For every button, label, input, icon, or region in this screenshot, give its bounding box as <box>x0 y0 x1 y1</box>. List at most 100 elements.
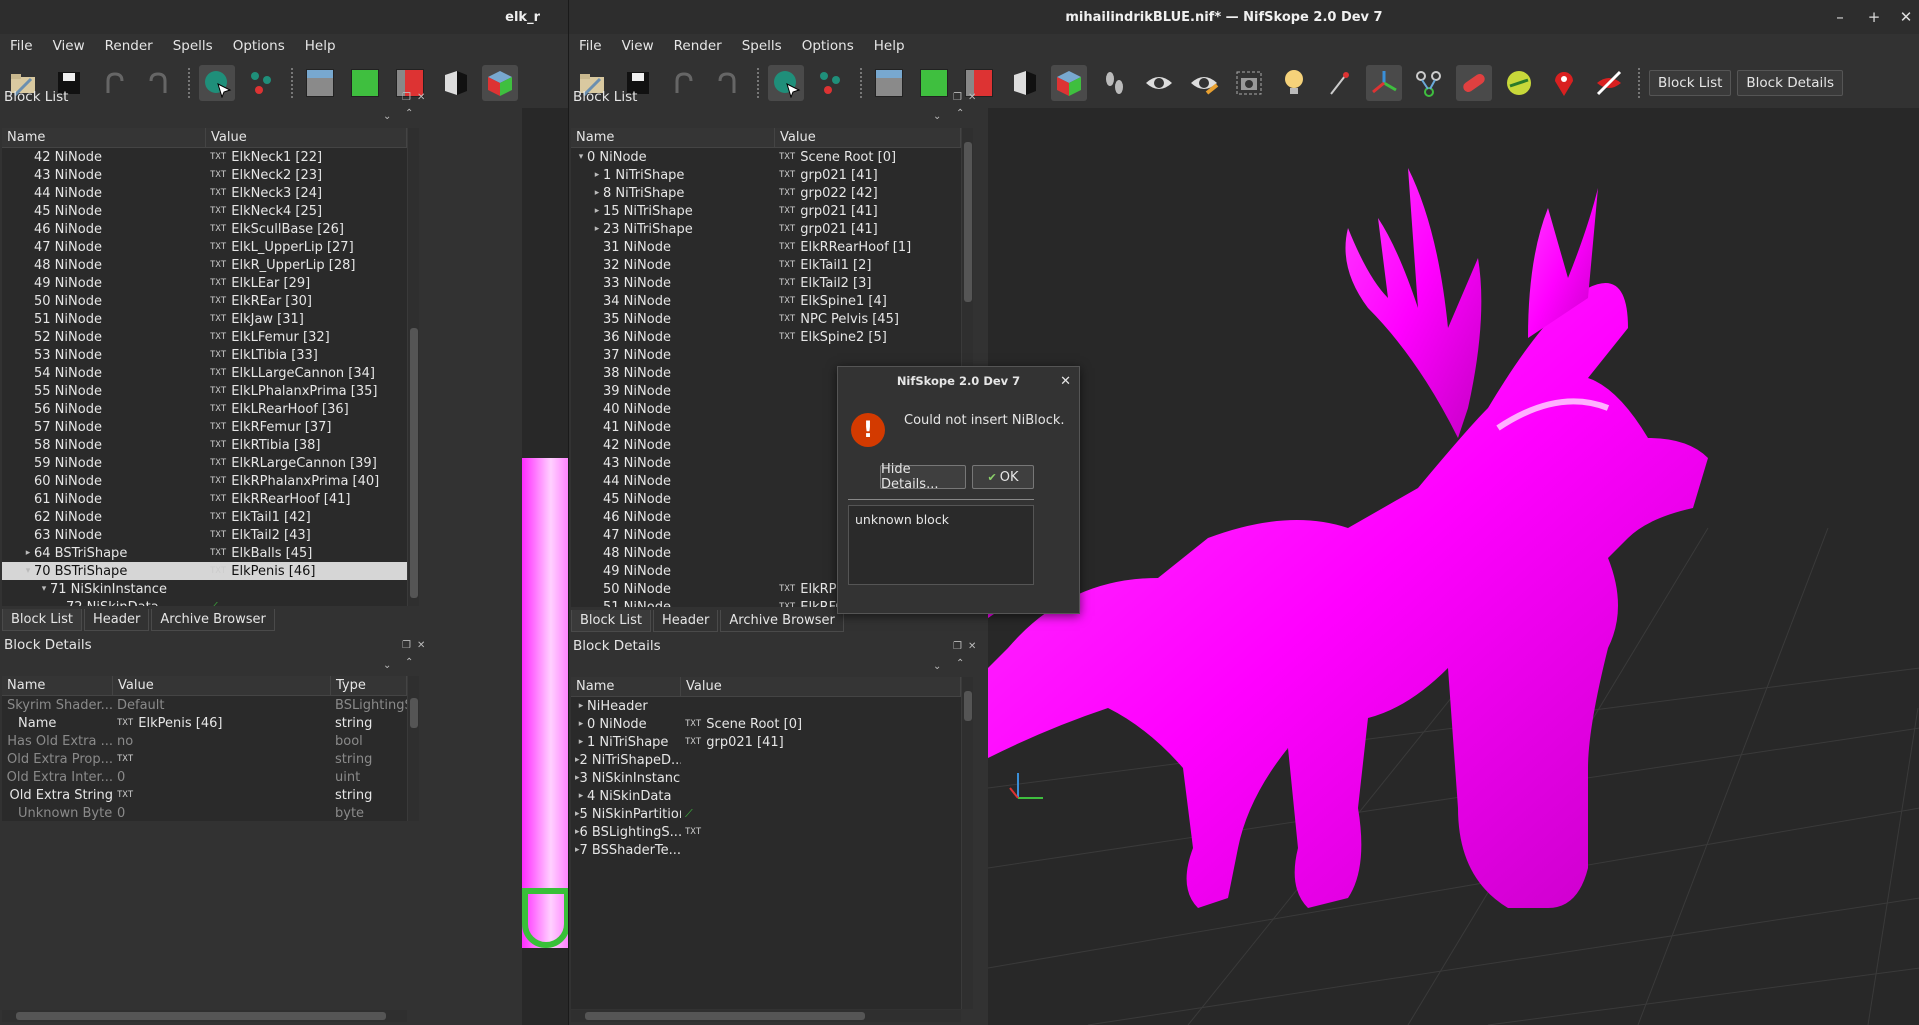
block-details-row[interactable]: ▸ 2 NiTriShapeD... <box>571 751 961 769</box>
tab-header[interactable]: Header <box>653 610 719 632</box>
column-value[interactable]: Value <box>206 128 407 147</box>
column-name[interactable]: Name <box>571 128 775 147</box>
collapse-arrow-icon[interactable]: ▾ <box>22 566 34 576</box>
expand-arrow-icon[interactable]: ▸ <box>575 791 587 801</box>
block-list-row[interactable]: 49 NiNode TXT ElkLEar [29] <box>2 274 407 292</box>
collapse-up-icon[interactable]: ⌃ <box>956 108 964 119</box>
block-list-row[interactable]: ▾ 70 BSTriShape TXT ElkPenis [46] <box>2 562 407 580</box>
maximize-icon[interactable]: + <box>1857 0 1891 34</box>
block-details-row[interactable]: Old Extra Prop... TXT string <box>2 750 407 768</box>
tab-block-list[interactable]: Block List <box>2 609 83 631</box>
block-list-row[interactable]: 62 NiNode TXT ElkTail1 [42] <box>2 508 407 526</box>
collapse-up-icon[interactable]: ⌃ <box>956 658 964 669</box>
left-block-list-scrollbar[interactable] <box>407 128 419 606</box>
block-list-row[interactable]: ▾ 71 NiSkinInstance <box>2 580 407 598</box>
block-list-row[interactable]: 34 NiNode TXT ElkSpine1 [4] <box>571 292 961 310</box>
menu-render[interactable]: Render <box>95 38 163 54</box>
menu-file[interactable]: File <box>0 38 43 54</box>
pin-tool-button[interactable] <box>1321 65 1357 101</box>
menu-view[interactable]: View <box>612 38 664 54</box>
block-list-row[interactable]: ▾ 0 NiNode TXT Scene Root [0] <box>571 148 961 166</box>
block-list-row[interactable]: 48 NiNode TXT ElkR_UpperLip [28] <box>2 256 407 274</box>
menu-file[interactable]: File <box>569 38 612 54</box>
hide-details-button[interactable]: Hide Details... <box>880 462 966 492</box>
scroll-thumb[interactable] <box>964 142 972 302</box>
block-list-row[interactable]: 53 NiNode TXT ElkLTibia [33] <box>2 346 407 364</box>
block-details-row[interactable]: Old Extra Inter... 0 uint <box>2 768 407 786</box>
block-details-row[interactable]: ▸ 7 BSShaderTe... <box>571 841 961 859</box>
block-list-row[interactable]: 44 NiNode TXT ElkNeck3 [24] <box>2 184 407 202</box>
tab-block-list[interactable]: Block List <box>571 610 652 632</box>
float-icon[interactable]: ❐ <box>402 92 411 103</box>
menu-view[interactable]: View <box>43 38 95 54</box>
expand-down-icon[interactable]: ⌄ <box>933 661 941 672</box>
block-list-row[interactable]: 61 NiNode TXT ElkRRearHoof [41] <box>2 490 407 508</box>
column-name[interactable]: Name <box>571 677 681 696</box>
float-icon[interactable]: ❐ <box>402 640 411 651</box>
block-list-row[interactable]: ▸ 8 NiTriShape TXT grp022 [42] <box>571 184 961 202</box>
block-details-row[interactable]: Skyrim Shader...Default BSLightingS... <box>2 696 407 714</box>
show-collision-button[interactable] <box>1456 65 1492 101</box>
collapse-arrow-icon[interactable]: ▾ <box>38 584 50 594</box>
show-markers-button[interactable] <box>1546 65 1582 101</box>
scroll-thumb[interactable] <box>16 1012 386 1020</box>
view-perspective-button[interactable] <box>1051 65 1087 101</box>
expand-arrow-icon[interactable]: ▸ <box>575 719 587 729</box>
expand-arrow-icon[interactable]: ▸ <box>575 737 587 747</box>
block-details-row[interactable]: Name TXT ElkPenis [46] string <box>2 714 407 732</box>
block-list-row[interactable]: 59 NiNode TXT ElkRLargeCannon [39] <box>2 454 407 472</box>
window-close-icon[interactable]: ✕ <box>1889 0 1919 34</box>
right-details-hscrollbar[interactable] <box>571 1010 961 1022</box>
show-constraints-button[interactable] <box>1501 65 1537 101</box>
details-textarea[interactable]: unknown block <box>848 505 1034 585</box>
dialog-close-icon[interactable]: ✕ <box>1060 374 1071 389</box>
close-icon[interactable]: ✕ <box>417 92 425 103</box>
block-list-row[interactable]: 33 NiNode TXT ElkTail2 [3] <box>571 274 961 292</box>
menu-options[interactable]: Options <box>792 38 864 54</box>
column-value[interactable]: Value <box>681 677 961 696</box>
left-3d-viewport[interactable] <box>522 108 570 1025</box>
scroll-thumb[interactable] <box>964 691 972 721</box>
block-list-row[interactable]: 31 NiNode TXT ElkRRearHoof [1] <box>571 238 961 256</box>
block-list-row[interactable]: 55 NiNode TXT ElkLPhalanxPrima [35] <box>2 382 407 400</box>
block-list-row[interactable]: 47 NiNode TXT ElkL_UpperLip [27] <box>2 238 407 256</box>
menu-render[interactable]: Render <box>664 38 732 54</box>
block-details-row[interactable]: ▸ 1 NiTriShape TXT grp021 [41] <box>571 733 961 751</box>
expand-down-icon[interactable]: ⌄ <box>383 111 391 122</box>
close-icon[interactable]: ✕ <box>968 92 976 103</box>
hide-markers-button[interactable] <box>1591 65 1627 101</box>
menu-help[interactable]: Help <box>864 38 915 54</box>
block-list-row[interactable]: 56 NiNode TXT ElkLRearHoof [36] <box>2 400 407 418</box>
block-list-row[interactable]: 32 NiNode TXT ElkTail1 [2] <box>571 256 961 274</box>
block-details-row[interactable]: ▸ 3 NiSkinInstance <box>571 769 961 787</box>
block-list-row[interactable]: 60 NiNode TXT ElkRPhalanxPrima [40] <box>2 472 407 490</box>
collapse-up-icon[interactable]: ⌃ <box>405 657 413 668</box>
block-details-row[interactable]: ▸ 6 BSLightingS... TXT <box>571 823 961 841</box>
expand-arrow-icon[interactable]: ▸ <box>591 206 603 216</box>
column-type[interactable]: Type <box>331 676 407 695</box>
menu-spells[interactable]: Spells <box>163 38 223 54</box>
ok-button[interactable]: ✔ OK <box>972 465 1034 489</box>
block-list-row[interactable]: ▸ 1 NiTriShape TXT grp021 [41] <box>571 166 961 184</box>
block-list-row[interactable]: 42 NiNode TXT ElkNeck1 [22] <box>2 148 407 166</box>
float-icon[interactable]: ❐ <box>953 641 962 652</box>
column-value[interactable]: Value <box>113 676 331 695</box>
menu-help[interactable]: Help <box>295 38 346 54</box>
block-list-row[interactable]: ▸ 15 NiTriShape TXT grp021 [41] <box>571 202 961 220</box>
tab-archive-browser[interactable]: Archive Browser <box>151 609 275 631</box>
screenshot-button[interactable] <box>1231 65 1267 101</box>
expand-arrow-icon[interactable]: ▸ <box>575 701 587 711</box>
toggle-block-list-button[interactable]: Block List <box>1649 70 1732 96</box>
block-details-row[interactable]: Has Old Extra ... no bool <box>2 732 407 750</box>
menu-spells[interactable]: Spells <box>732 38 792 54</box>
column-value[interactable]: Value <box>775 128 961 147</box>
right-details-scrollbar[interactable] <box>961 677 973 1009</box>
minimize-icon[interactable]: – <box>1823 0 1857 34</box>
block-list-row[interactable]: 45 NiNode TXT ElkNeck4 [25] <box>2 202 407 220</box>
menu-options[interactable]: Options <box>223 38 295 54</box>
show-nodes-button[interactable] <box>1186 65 1222 101</box>
block-list-row[interactable]: 43 NiNode TXT ElkNeck2 [23] <box>2 166 407 184</box>
show-hidden-button[interactable] <box>1141 65 1177 101</box>
block-details-row[interactable]: ▸ 4 NiSkinData <box>571 787 961 805</box>
close-icon[interactable]: ✕ <box>968 641 976 652</box>
